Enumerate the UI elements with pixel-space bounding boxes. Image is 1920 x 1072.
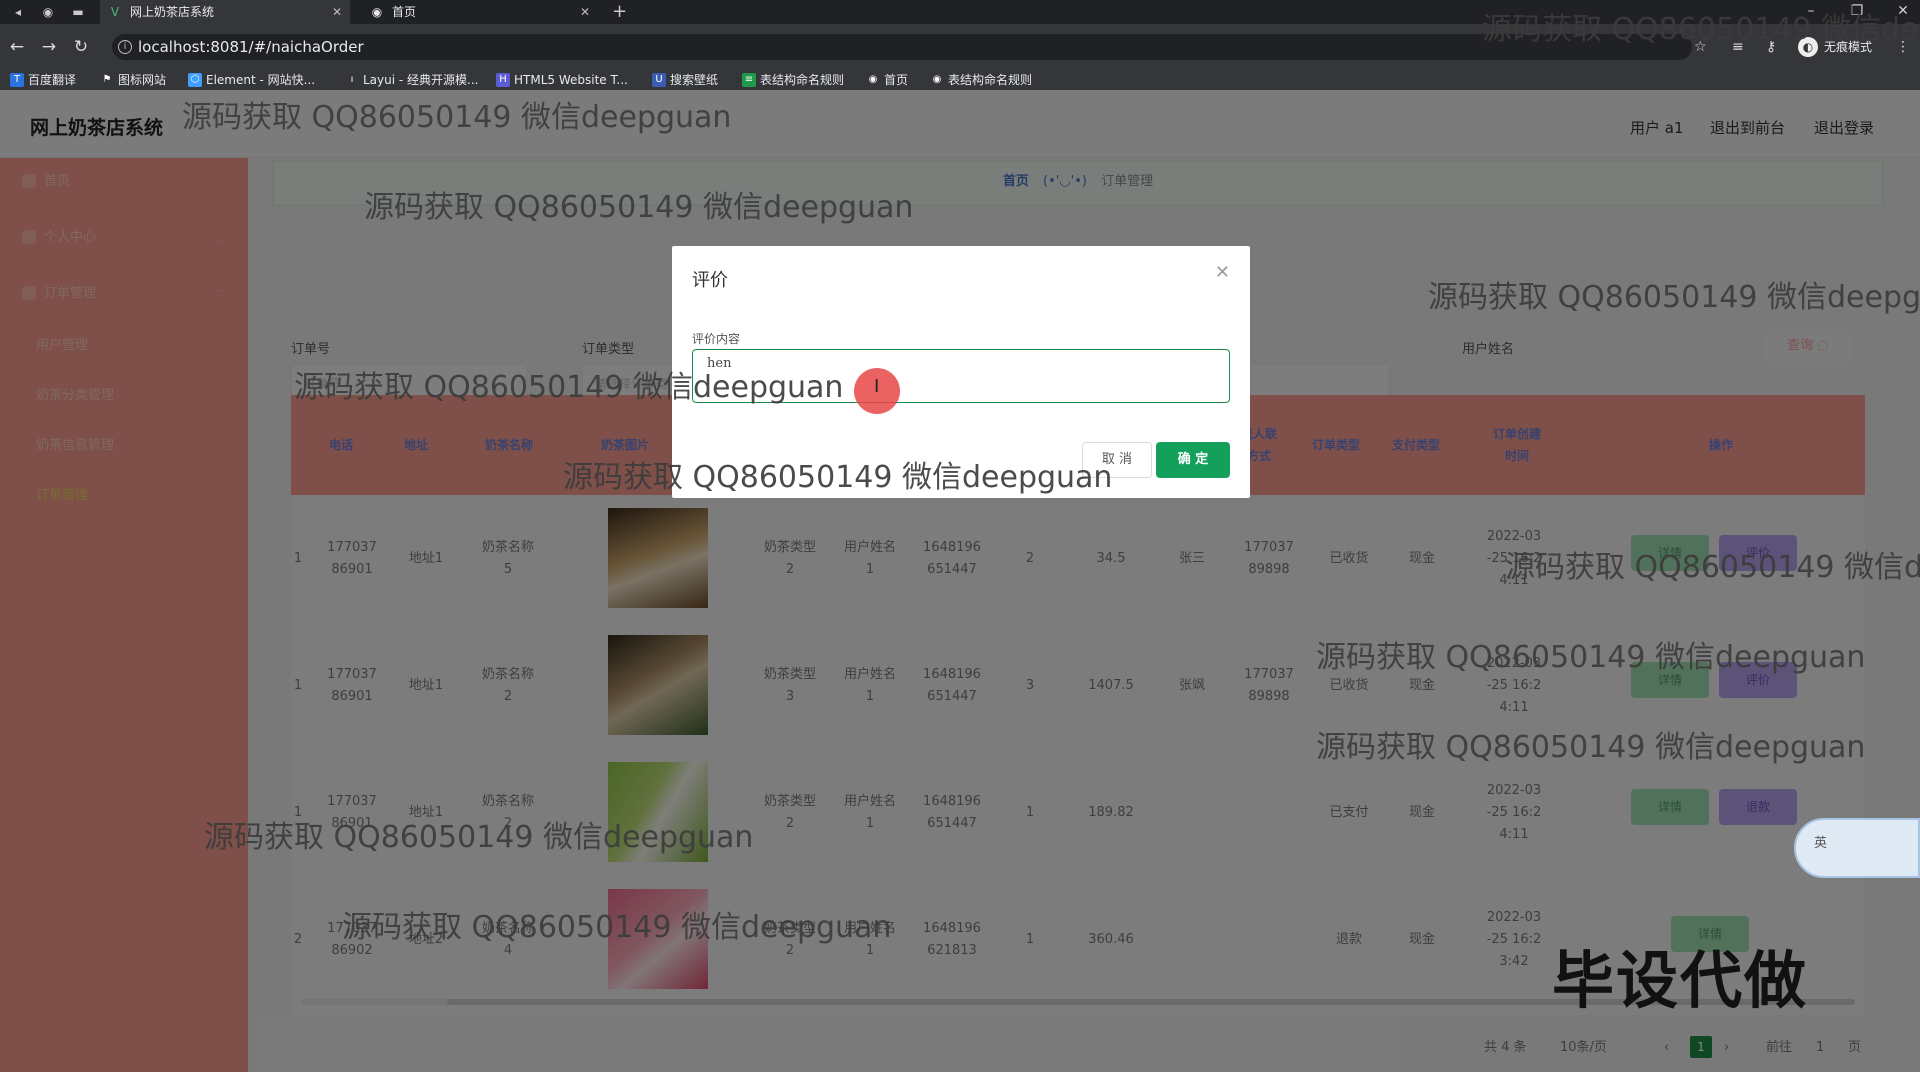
tab-title: 网上奶茶店系统 — [130, 5, 215, 19]
watermark: 源码获取 QQ86050149 微信deepguan — [1428, 280, 1920, 315]
back-icon[interactable]: ← — [6, 36, 28, 58]
bookmark-item[interactable]: ⚑ 图标网站 — [100, 70, 167, 90]
wallpaper-icon: U — [652, 73, 666, 87]
watermark: 源码获取 QQ86050149 微信deepguan — [204, 820, 754, 855]
bookmark-item[interactable]: U 搜索壁纸 — [652, 70, 718, 90]
watermark: 源码获取 QQ86050149 微信deepguan — [294, 370, 844, 405]
watermark-big: 毕设代做 — [1552, 944, 1809, 1017]
review-content-label: 评价内容 — [692, 332, 741, 346]
text-cursor-icon: I — [874, 376, 880, 397]
watermark: 源码获取 QQ86050149 微信deepguan — [182, 100, 732, 135]
layui-icon: ı — [350, 74, 354, 85]
watermark: 源码获取 QQ86050149 微信deepguan — [563, 460, 1113, 495]
bookmark-item[interactable]: ◉ 首页 — [866, 70, 908, 90]
globe-icon: ◉ — [371, 5, 383, 19]
url-text: localhost:8081/#/naichaOrder — [138, 38, 364, 56]
watermark: 源码获取 QQ86050149 微信deepguan — [1482, 12, 1920, 47]
bookmark-item[interactable]: ≡ 表结构命名规则 — [742, 70, 844, 90]
browser-tab-app[interactable]: V 网上奶茶店系统 ✕ — [100, 0, 350, 24]
bookmark-item[interactable]: T 百度翻译 — [10, 70, 76, 90]
globe-icon: ◉ — [868, 74, 878, 85]
close-icon[interactable]: ✕ — [1215, 262, 1230, 283]
bookmark-item[interactable]: ◉ 表结构命名规则 — [930, 70, 1032, 90]
window-icon[interactable]: ▬ — [68, 3, 88, 21]
new-tab-button[interactable]: + — [612, 0, 627, 24]
watermark: 源码获取 QQ86050149 微信deepguan — [364, 190, 914, 225]
watermark: 源码获取 QQ86050149 微信deepguan — [1316, 640, 1866, 675]
dialog-title: 评价 — [692, 270, 728, 291]
bookmark-item[interactable]: H HTML5 Website T... — [496, 70, 628, 90]
sheet-icon: ≡ — [742, 73, 756, 87]
mute-icon[interactable]: ◂ — [8, 3, 28, 21]
watermark: 源码获取 QQ86050149 微信deepguan — [342, 910, 892, 945]
globe-icon: ◉ — [932, 74, 942, 85]
html5-icon: H — [496, 73, 510, 87]
ime-language: 英 — [1814, 836, 1828, 851]
element-icon: ⬡ — [188, 73, 202, 87]
globe-icon[interactable]: ◉ — [38, 3, 58, 21]
reload-icon[interactable]: ↻ — [70, 36, 92, 58]
translate-icon: T — [10, 73, 24, 87]
bookmark-item[interactable]: ı Layui - 经典开源模... — [345, 70, 479, 90]
browser-tab-home[interactable]: ◉ 首页 ✕ — [362, 0, 598, 24]
url-input[interactable]: i localhost:8081/#/naichaOrder — [112, 34, 1692, 60]
tab-title: 首页 — [392, 5, 417, 19]
confirm-button[interactable]: 确 定 — [1156, 442, 1230, 478]
close-icon[interactable]: ✕ — [580, 0, 590, 24]
bookmarks-bar: T 百度翻译 ⚑ 图标网站 ⬡ Element - 网站快... ı Layui - 经… — [0, 70, 1920, 90]
watermark: 源码获取 QQ86050149 微信deepguan — [1316, 730, 1866, 765]
watermark: 源码获取 QQ86050149 微信deepguan — [1505, 550, 1920, 585]
info-icon[interactable]: i — [118, 40, 132, 54]
ime-widget[interactable]: 英 — [1794, 818, 1920, 878]
close-icon[interactable]: ✕ — [332, 0, 342, 24]
flag-icon: ⚑ — [102, 74, 112, 85]
bookmark-item[interactable]: ⬡ Element - 网站快... — [188, 70, 315, 90]
forward-icon[interactable]: → — [38, 36, 60, 58]
vue-icon: V — [110, 5, 120, 19]
